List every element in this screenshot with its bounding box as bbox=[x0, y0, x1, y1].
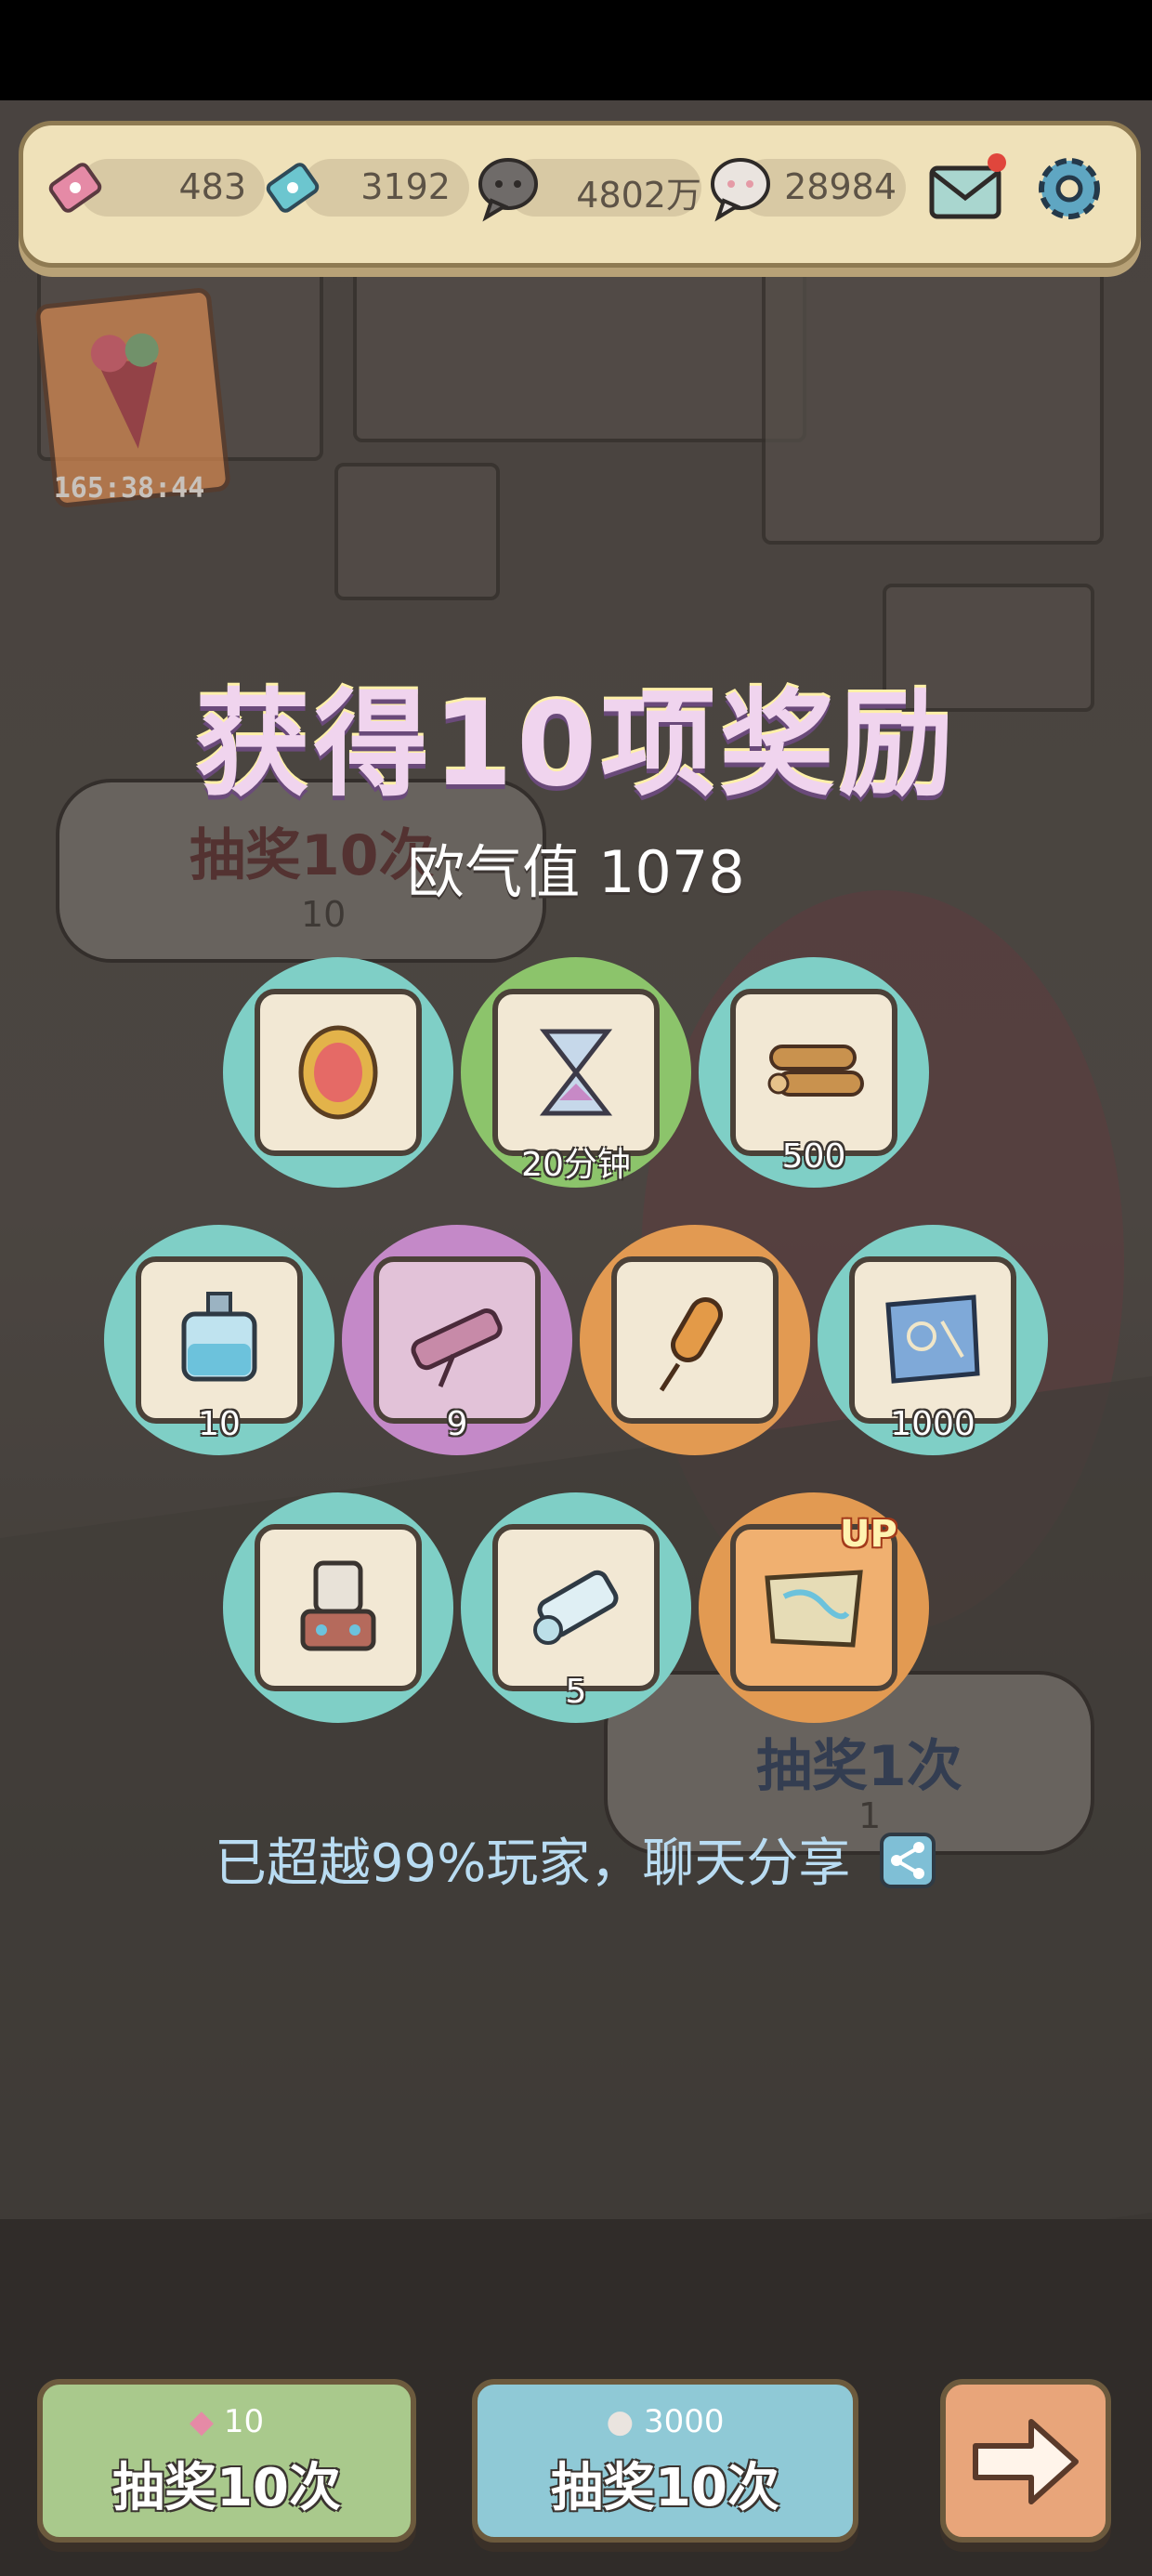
ticket-draw-cost-row: ◆ 10 bbox=[43, 2403, 411, 2440]
reward-item[interactable]: 20分钟 bbox=[461, 957, 691, 1188]
coin-dark-count: 4802万 bbox=[576, 175, 701, 216]
arrow-right-icon bbox=[973, 2419, 1079, 2504]
reward-item[interactable]: 5 bbox=[461, 1492, 691, 1723]
reward-item[interactable]: 9 bbox=[342, 1225, 572, 1455]
bouquet-icon bbox=[90, 333, 159, 449]
mail-icon[interactable] bbox=[921, 142, 1014, 235]
pink-ticket-icon: ◆ bbox=[189, 2403, 215, 2440]
luck-value: 1078 bbox=[597, 838, 745, 906]
up-badge: UP bbox=[840, 1513, 897, 1556]
coin-draw-button[interactable]: ● 3000 抽奖10次 bbox=[472, 2379, 858, 2543]
reward-qty: 500 bbox=[781, 1137, 846, 1176]
share-row[interactable]: 已超越99%玩家，聊天分享 bbox=[0, 1821, 1152, 1903]
gear-icon[interactable] bbox=[1023, 142, 1116, 235]
coin-draw-cost: 3000 bbox=[643, 2403, 725, 2440]
corndog-icon bbox=[659, 1297, 723, 1392]
event-timer: 165:38:44 bbox=[53, 472, 205, 505]
scroll-icon bbox=[533, 1570, 619, 1645]
coin-draw-cost-row: ● 3000 bbox=[478, 2403, 853, 2440]
gold-mirror-icon bbox=[298, 1025, 378, 1120]
pink-ticket-icon[interactable] bbox=[38, 146, 112, 230]
reward-item[interactable]: 1000 bbox=[818, 1225, 1048, 1455]
reward-qty: 1000 bbox=[890, 1405, 975, 1443]
ticket-draw-cost: 10 bbox=[223, 2403, 265, 2440]
reward-qty: 20分钟 bbox=[521, 1146, 631, 1184]
perfume-bottle-icon bbox=[181, 1292, 257, 1382]
ticket-blue-count: 3192 bbox=[360, 166, 451, 207]
share-icon[interactable] bbox=[878, 1831, 937, 1903]
reward-item[interactable]: UP bbox=[699, 1492, 929, 1723]
treasure-map-icon bbox=[765, 1570, 863, 1648]
share-text: 已超越99%玩家，聊天分享 bbox=[214, 1833, 851, 1894]
ticket-pink-count: 483 bbox=[178, 166, 246, 207]
light-coin-icon: ● bbox=[606, 2403, 635, 2440]
reward-qty: 5 bbox=[565, 1673, 587, 1711]
reward-item[interactable]: 500 bbox=[699, 957, 929, 1188]
blueprint-icon bbox=[885, 1295, 980, 1384]
next-button[interactable] bbox=[940, 2379, 1111, 2543]
resource-bar: 483 3192 4802万 28984 bbox=[19, 121, 1141, 268]
coin-light-count: 28984 bbox=[784, 166, 897, 207]
reward-item[interactable] bbox=[223, 957, 453, 1188]
reward-qty: 9 bbox=[446, 1405, 468, 1443]
telescope-icon bbox=[411, 1308, 503, 1387]
coin-draw-label: 抽奖10次 bbox=[551, 2458, 779, 2518]
hourglass-icon bbox=[539, 1029, 613, 1116]
luck-label: 欧气值 bbox=[407, 838, 581, 906]
ticket-draw-button[interactable]: ◆ 10 抽奖10次 bbox=[37, 2379, 416, 2543]
reward-item[interactable] bbox=[580, 1225, 810, 1455]
dark-coin-icon[interactable] bbox=[469, 146, 547, 230]
status-bar bbox=[0, 0, 1152, 100]
result-title: 获得10项奖励 bbox=[194, 678, 958, 812]
blue-ticket-icon[interactable] bbox=[255, 146, 330, 230]
reward-qty: 10 bbox=[198, 1405, 241, 1443]
wood-logs-icon bbox=[767, 1045, 864, 1097]
reward-item[interactable]: 10 bbox=[104, 1225, 334, 1455]
reward-item[interactable] bbox=[223, 1492, 453, 1723]
luck-row: 欧气值 1078 bbox=[0, 825, 1152, 909]
light-coin-icon[interactable] bbox=[701, 146, 779, 230]
ticket-draw-label: 抽奖10次 bbox=[112, 2458, 341, 2518]
machine-tower-icon bbox=[300, 1560, 376, 1651]
